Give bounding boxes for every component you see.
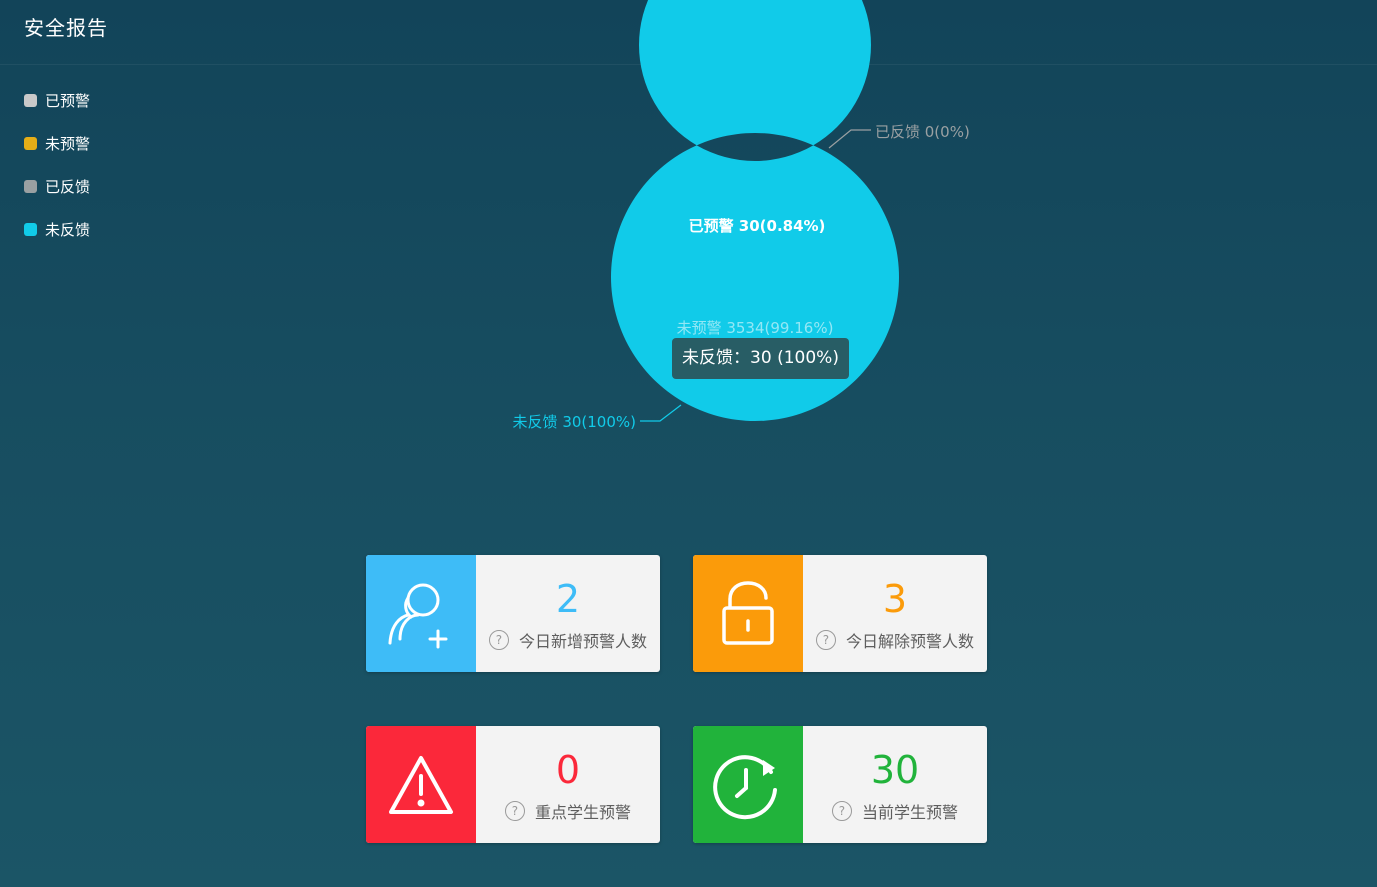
unlock-icon [722,580,774,645]
clock-refresh-icon [713,754,777,819]
user-add-icon [388,583,448,648]
pie-chart: 已预警 30(0.84%) 未预警 3534(99.16%) 已反馈 0(0%)… [513,0,970,431]
warning-icon [389,755,453,814]
stat-value: 0 [555,747,581,792]
stat-label-row: ? 重点学生预警 [504,799,631,823]
stat-value: 30 [870,747,920,792]
label-inner-not-alerted: 未预警 3534(99.16%) [677,319,834,337]
help-icon[interactable]: ? [504,800,525,821]
stat-card-new-alerts-body: 2 ? 今日新增预警人数 [476,555,660,672]
stat-card-current-student-alerts-body: 30 ? 当前学生预警 [803,726,987,843]
help-icon[interactable]: ? [831,800,852,821]
help-icon[interactable]: ? [488,629,509,650]
stat-card-key-student-alerts-icon-box [366,726,476,843]
stat-value: 2 [555,576,581,621]
label-line-fed-back [828,129,871,149]
stat-card-cleared-alerts-body: 3 ? 今日解除预警人数 [803,555,987,672]
label-inner-alerted: 已预警 30(0.84%) [689,217,826,235]
stat-label: 重点学生预警 [534,802,631,822]
stat-card-current-student-alerts-icon-box [693,726,803,843]
stat-label-row: ? 当前学生预警 [831,799,958,823]
stat-card-current-student-alerts[interactable]: 30 ? 当前学生预警 [693,726,987,843]
stat-card-new-alerts-icon-box [366,555,476,672]
stat-card-key-student-alerts-body: 0 ? 重点学生预警 [476,726,660,843]
stat-card-key-student-alerts[interactable]: 0 ? 重点学生预警 [366,726,660,843]
stat-card-new-alerts[interactable]: 2 ? 今日新增预警人数 [366,555,660,672]
stat-label: 当前学生预警 [861,802,958,822]
stat-label: 今日新增预警人数 [518,631,647,651]
stat-value: 3 [882,576,908,621]
chart-tooltip: 未反馈：30 (100%) [672,338,849,379]
stat-label-row: ? 今日新增预警人数 [488,628,647,652]
stat-label-row: ? 今日解除预警人数 [815,628,974,652]
label-outer-not-fed-back: 未反馈 30(100%) [513,413,636,431]
stat-card-cleared-alerts-icon-box [693,555,803,672]
label-line-not-fed-back [640,404,682,422]
stat-card-cleared-alerts[interactable]: 3 ? 今日解除预警人数 [693,555,987,672]
help-icon[interactable]: ? [815,629,836,650]
stat-label: 今日解除预警人数 [845,631,974,651]
label-outer-fed-back: 已反馈 0(0%) [875,123,970,141]
